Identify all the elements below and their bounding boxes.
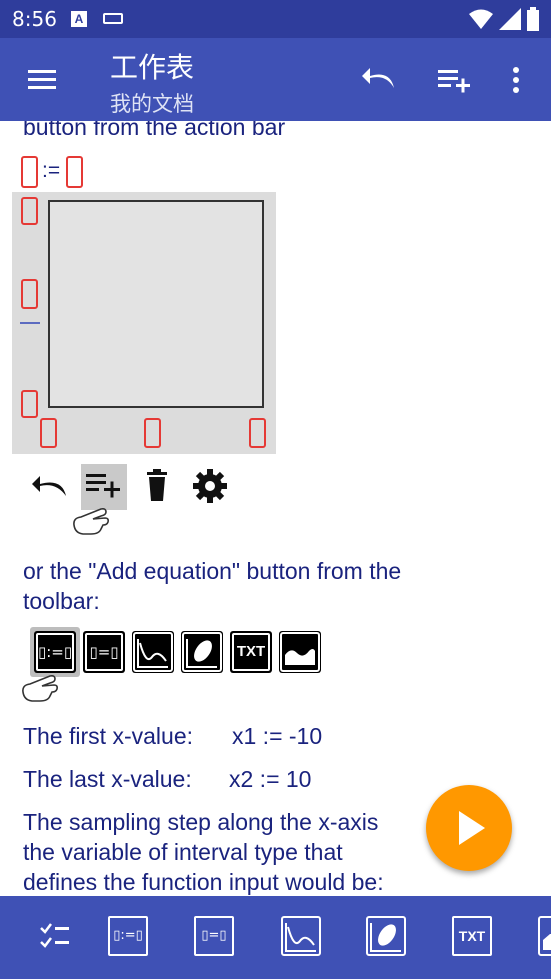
assign-equation-button[interactable]: ▯:=▯ xyxy=(108,916,148,956)
plot-icon xyxy=(133,632,173,672)
intro-text: button from the action bar xyxy=(23,121,286,140)
bottom-toolbar: ▯:=▯ ▯=▯ TXT xyxy=(0,896,551,979)
plot-area xyxy=(48,200,264,408)
add-equation-icon[interactable] xyxy=(434,60,474,100)
last-x-value[interactable]: x2 := 10 xyxy=(229,766,311,793)
parametric-button-illus xyxy=(181,631,223,673)
app-bar: 工作表 我的文档 xyxy=(0,38,551,121)
status-time: 8:56 xyxy=(12,7,57,31)
eq-assign-button-illus: ▯:=▯ xyxy=(34,631,76,673)
action-bar-illustration xyxy=(28,464,248,512)
signal-icon xyxy=(499,8,521,30)
plot-placeholder[interactable] xyxy=(12,192,276,454)
sampling-text-line3: defines the function input would be: xyxy=(23,869,384,895)
assign-operator: := xyxy=(42,159,61,182)
battery-icon xyxy=(527,7,539,31)
status-bar: 8:56 A xyxy=(0,0,551,38)
accessibility-icon: A xyxy=(71,11,87,27)
undo-icon xyxy=(32,476,66,496)
status-icons xyxy=(469,6,539,32)
keyboard-icon xyxy=(103,13,123,24)
x-min-placeholder[interactable] xyxy=(40,418,57,448)
checklist-icon[interactable] xyxy=(35,916,75,956)
x-max-placeholder[interactable] xyxy=(249,418,266,448)
app-screen: 8:56 A 工作表 我的文档 button from the action b… xyxy=(0,0,551,979)
parametric-plot-icon xyxy=(182,632,222,672)
equals-equation-button[interactable]: ▯=▯ xyxy=(194,916,234,956)
gear-icon xyxy=(193,469,227,503)
y-cursor xyxy=(20,322,40,324)
page-title: 工作表 xyxy=(110,51,195,84)
placeholder-left[interactable] xyxy=(21,156,38,188)
hand-pointer-icon xyxy=(73,508,109,535)
trash-icon xyxy=(147,469,167,501)
y-max-placeholder[interactable] xyxy=(21,197,38,225)
image-button-illus xyxy=(279,631,321,673)
hand-pointer-icon xyxy=(22,675,58,702)
first-x-label: The first x-value: xyxy=(23,723,193,749)
first-x-value[interactable]: x1 := -10 xyxy=(232,723,322,750)
play-icon xyxy=(459,811,485,845)
image-icon xyxy=(280,632,320,672)
eq-equals-button-illus: ▯=▯ xyxy=(83,631,125,673)
add-equation-icon xyxy=(81,464,127,510)
placeholder-right[interactable] xyxy=(66,156,83,188)
wifi-icon xyxy=(469,9,493,29)
play-button[interactable] xyxy=(426,785,512,871)
text-button-illus: TXT xyxy=(230,631,272,673)
sampling-text-line1: The sampling step along the x-axis xyxy=(23,809,379,835)
worksheet-content: button from the action bar := or the "Ad… xyxy=(0,121,551,896)
last-x-label: The last x-value: xyxy=(23,766,192,792)
image-icon[interactable] xyxy=(538,916,551,956)
sampling-text-line2: the variable of interval type that xyxy=(23,839,343,865)
undo-icon[interactable] xyxy=(360,60,400,100)
or-text-line1: or the "Add equation" button from the xyxy=(23,558,402,584)
page-subtitle: 我的文档 xyxy=(110,92,194,116)
y-func-placeholder[interactable] xyxy=(21,279,38,309)
plot-icon[interactable] xyxy=(281,916,321,956)
plot-button-illus xyxy=(132,631,174,673)
more-options-icon[interactable] xyxy=(496,60,536,100)
or-text-line2: toolbar: xyxy=(23,588,100,614)
x-func-placeholder[interactable] xyxy=(144,418,161,448)
parametric-plot-icon[interactable] xyxy=(366,916,406,956)
text-button[interactable]: TXT xyxy=(452,916,492,956)
y-min-placeholder[interactable] xyxy=(21,390,38,418)
menu-icon[interactable] xyxy=(22,60,62,100)
